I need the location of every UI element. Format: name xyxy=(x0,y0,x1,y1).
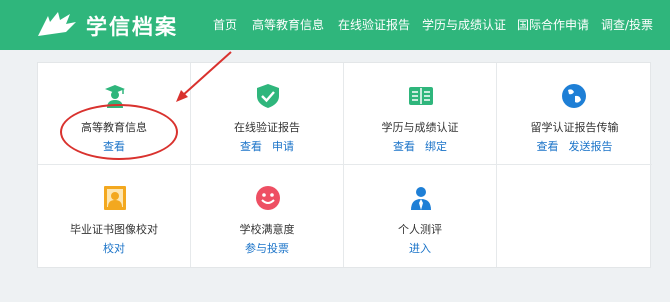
annotation-arrow xyxy=(176,51,232,102)
